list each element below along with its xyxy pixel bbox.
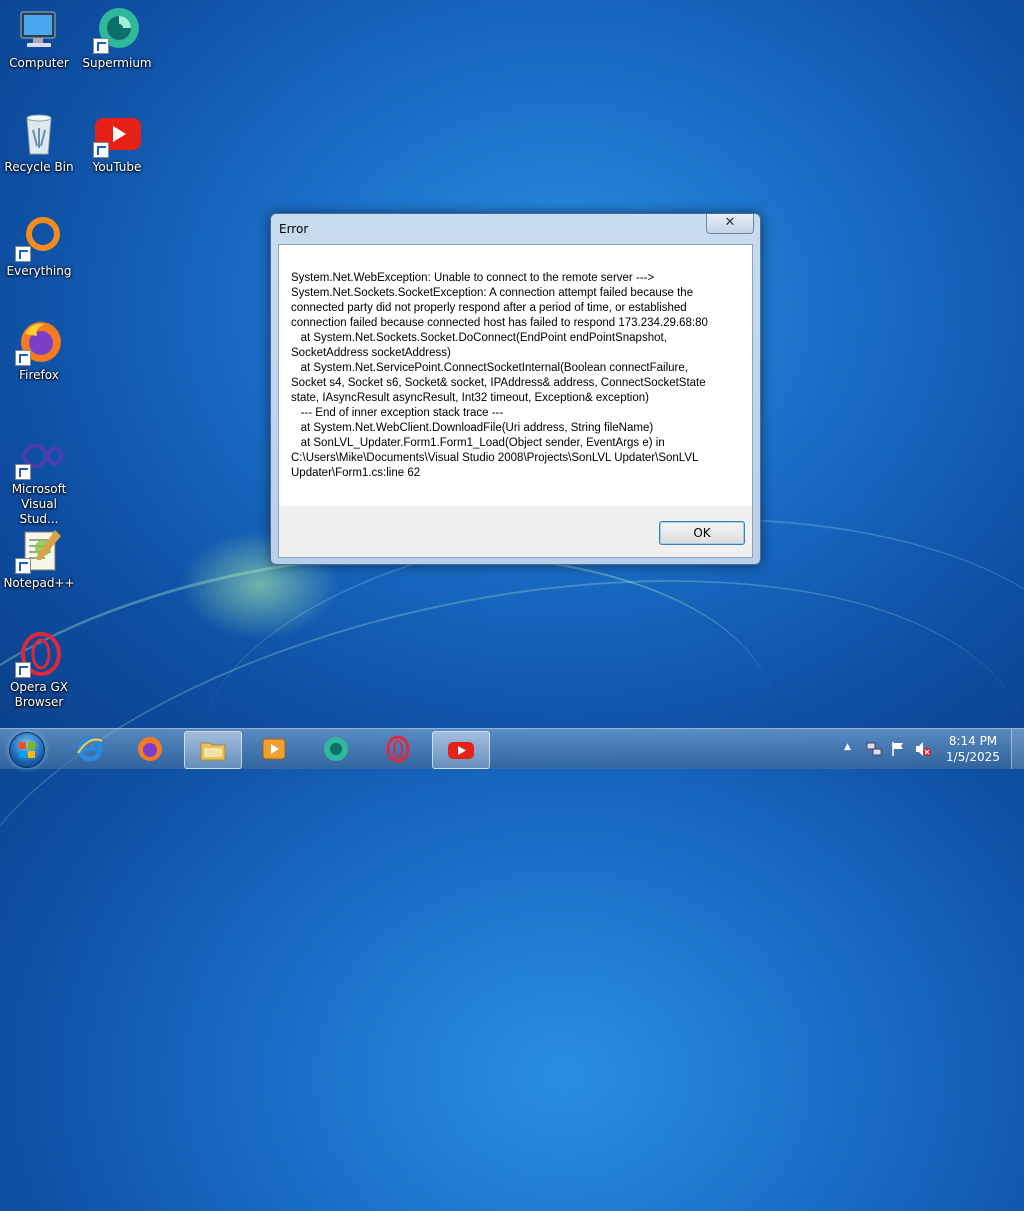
shortcut-arrow-icon — [15, 464, 31, 480]
shortcut-arrow-icon — [15, 246, 31, 262]
shortcut-arrow-icon — [15, 662, 31, 678]
shortcut-arrow-icon — [93, 38, 109, 54]
show-desktop-button[interactable] — [1011, 729, 1024, 769]
visual-studio-icon — [15, 432, 64, 480]
desktop-icon-label: Computer — [9, 56, 69, 70]
desktop-icon-label: Notepad++ — [3, 576, 75, 590]
computer-icon — [15, 6, 63, 54]
youtube-icon — [447, 736, 475, 764]
taskbar-supermium[interactable] — [308, 731, 364, 767]
desktop-icon-label: Microsoft Visual Stud... — [11, 482, 67, 526]
desktop-icon-label: YouTube — [92, 160, 142, 174]
desktop-icon-label: Recycle Bin — [4, 160, 74, 174]
taskbar-youtube[interactable] — [432, 731, 490, 769]
desktop-icon-everything[interactable]: Everything — [0, 214, 78, 279]
shortcut-arrow-icon — [93, 142, 109, 158]
desktop-icon-youtube[interactable]: YouTube — [78, 110, 156, 175]
desktop-icon-notepad-plus-plus[interactable]: Notepad++ — [0, 526, 78, 591]
notepad-plus-plus-icon — [15, 526, 63, 574]
desktop-icon-visual-studio[interactable]: Microsoft Visual Stud... — [0, 432, 78, 527]
volume-muted-icon[interactable] — [914, 741, 932, 781]
windows-logo-icon — [9, 732, 45, 768]
supermium-icon — [93, 6, 141, 54]
clock-date: 1/5/2025 — [946, 750, 1000, 764]
shortcut-arrow-icon — [15, 558, 31, 574]
recycle-bin-icon — [15, 110, 63, 158]
media-player-icon — [260, 735, 288, 763]
ok-button[interactable]: OK — [659, 521, 745, 545]
taskbar-firefox[interactable] — [122, 731, 178, 767]
error-message: System.Net.WebException: Unable to conne… — [291, 272, 708, 479]
desktop-icon-label: Firefox — [19, 368, 59, 382]
taskbar-internet-explorer[interactable] — [62, 731, 118, 767]
desktop-icon-computer[interactable]: Computer — [0, 6, 78, 71]
show-hidden-icons-button[interactable]: ▲ — [844, 742, 851, 782]
dialog-body: System.Net.WebException: Unable to conne… — [278, 244, 753, 558]
action-center-flag-icon[interactable] — [890, 741, 906, 781]
shortcut-arrow-icon — [15, 350, 31, 366]
close-icon: ✕ — [724, 215, 736, 230]
desktop-icon-label: Supermium — [82, 56, 152, 70]
wallpaper-streak — [0, 499, 806, 1044]
taskbar-opera-gx[interactable] — [370, 731, 426, 767]
desktop-icon-supermium[interactable]: Supermium — [78, 6, 156, 71]
wallpaper-streak — [0, 491, 1024, 1211]
desktop-icon-recycle-bin[interactable]: Recycle Bin — [0, 110, 78, 175]
firefox-icon — [136, 735, 164, 763]
everything-search-icon — [15, 214, 63, 262]
close-button[interactable]: ✕ — [706, 214, 754, 234]
dialog-title: Error — [279, 222, 309, 236]
error-message-area: System.Net.WebException: Unable to conne… — [279, 245, 752, 506]
youtube-icon — [93, 110, 141, 158]
desktop-icon-label: Opera GX Browser — [9, 680, 69, 709]
taskbar: ▲ 8:14 PM 1/5/2025 — [0, 728, 1024, 769]
taskbar-clock[interactable]: 8:14 PM 1/5/2025 — [933, 733, 1013, 765]
firefox-icon — [15, 318, 63, 366]
desktop-icon-opera-gx[interactable]: Opera GX Browser — [0, 630, 78, 710]
internet-explorer-icon — [76, 735, 104, 763]
error-dialog: Error ✕ System.Net.WebException: Unable … — [270, 213, 761, 565]
network-icon[interactable] — [866, 741, 882, 781]
supermium-icon — [322, 735, 350, 763]
taskbar-file-explorer[interactable] — [184, 731, 242, 769]
taskbar-media-player[interactable] — [246, 731, 302, 767]
desktop-icon-label: Everything — [6, 264, 72, 278]
clock-time: 8:14 PM — [948, 734, 998, 748]
opera-gx-icon — [15, 630, 63, 678]
desktop-icon-firefox[interactable]: Firefox — [0, 318, 78, 383]
start-button[interactable] — [4, 730, 48, 768]
folder-icon — [199, 736, 227, 764]
opera-gx-icon — [384, 735, 412, 763]
